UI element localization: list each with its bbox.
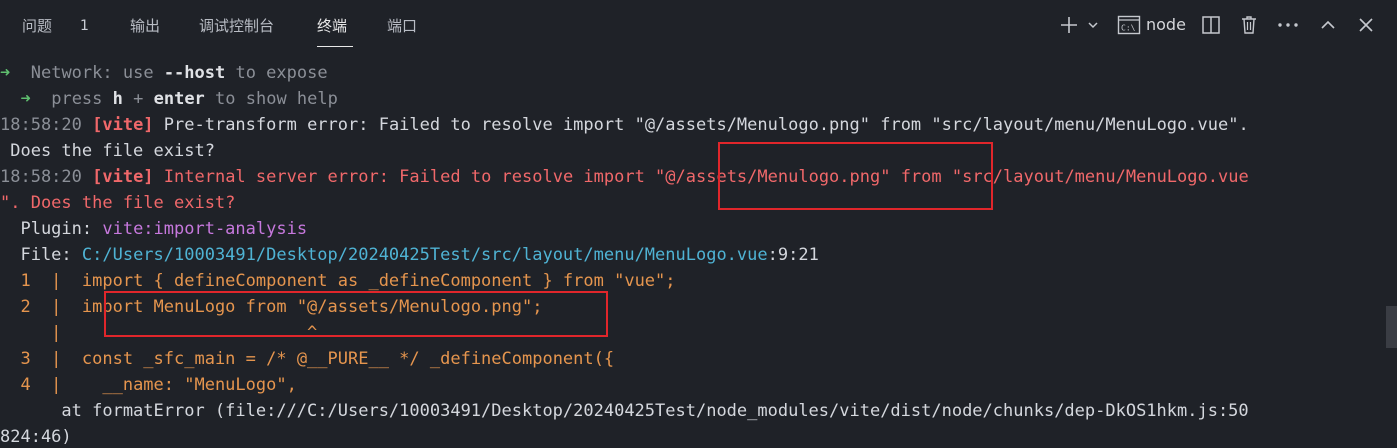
tab-problems[interactable]: 问题 bbox=[22, 15, 52, 37]
terminal-line: 18:58:20 [vite] Internal server error: F… bbox=[0, 167, 1249, 187]
terminal-line: 18:58:20 [vite] Pre-transform error: Fai… bbox=[0, 115, 1249, 135]
trash-icon[interactable] bbox=[1238, 12, 1260, 38]
chevron-up-icon[interactable] bbox=[1317, 12, 1339, 38]
terminal-line: at formatError (file:///C:/Users/1000349… bbox=[0, 401, 1249, 421]
code-frame-line: 3 | const _sfc_main = /* @__PURE__ */ _d… bbox=[0, 349, 615, 369]
terminal-line: ". Does the file exist? bbox=[0, 193, 236, 213]
terminal-line: Plugin: vite:import-analysis bbox=[0, 219, 308, 239]
plus-icon[interactable] bbox=[1058, 12, 1080, 38]
terminal-output[interactable]: ➜ Network: use --host to expose ➜ press … bbox=[0, 60, 1397, 448]
code-frame-line: 4 | __name: "MenuLogo", bbox=[0, 375, 297, 395]
terminal-line: File: C:/Users/10003491/Desktop/20240425… bbox=[0, 245, 819, 265]
active-tab-indicator bbox=[317, 46, 353, 47]
tab-terminal[interactable]: 终端 bbox=[317, 15, 347, 37]
split-terminal-icon[interactable] bbox=[1200, 12, 1222, 38]
terminal-line: Does the file exist? bbox=[0, 141, 215, 161]
annotation-highlight-box bbox=[718, 142, 993, 210]
svg-text:C:\: C:\ bbox=[1121, 24, 1136, 33]
close-icon[interactable] bbox=[1355, 12, 1377, 38]
chevron-down-icon[interactable] bbox=[1085, 12, 1101, 38]
annotation-highlight-box bbox=[104, 291, 608, 337]
tab-ports[interactable]: 端口 bbox=[387, 15, 417, 37]
panel-tab-bar: 问题 1 输出 调试控制台 终端 端口 C:\ node bbox=[0, 0, 1397, 52]
problems-count-badge: 1 bbox=[80, 18, 89, 34]
terminal-name-label[interactable]: node bbox=[1146, 14, 1186, 36]
tab-output[interactable]: 输出 bbox=[130, 15, 160, 37]
tab-debug-console[interactable]: 调试控制台 bbox=[199, 15, 274, 37]
more-icon[interactable] bbox=[1276, 12, 1300, 38]
terminal-line: ➜ press h + enter to show help bbox=[20, 89, 338, 109]
terminal-line: 824:46) bbox=[0, 427, 72, 447]
terminal-icon[interactable]: C:\ bbox=[1116, 12, 1142, 38]
terminal-line: ➜ Network: use --host to expose bbox=[0, 63, 328, 83]
scrollbar-thumb[interactable] bbox=[1386, 306, 1397, 348]
